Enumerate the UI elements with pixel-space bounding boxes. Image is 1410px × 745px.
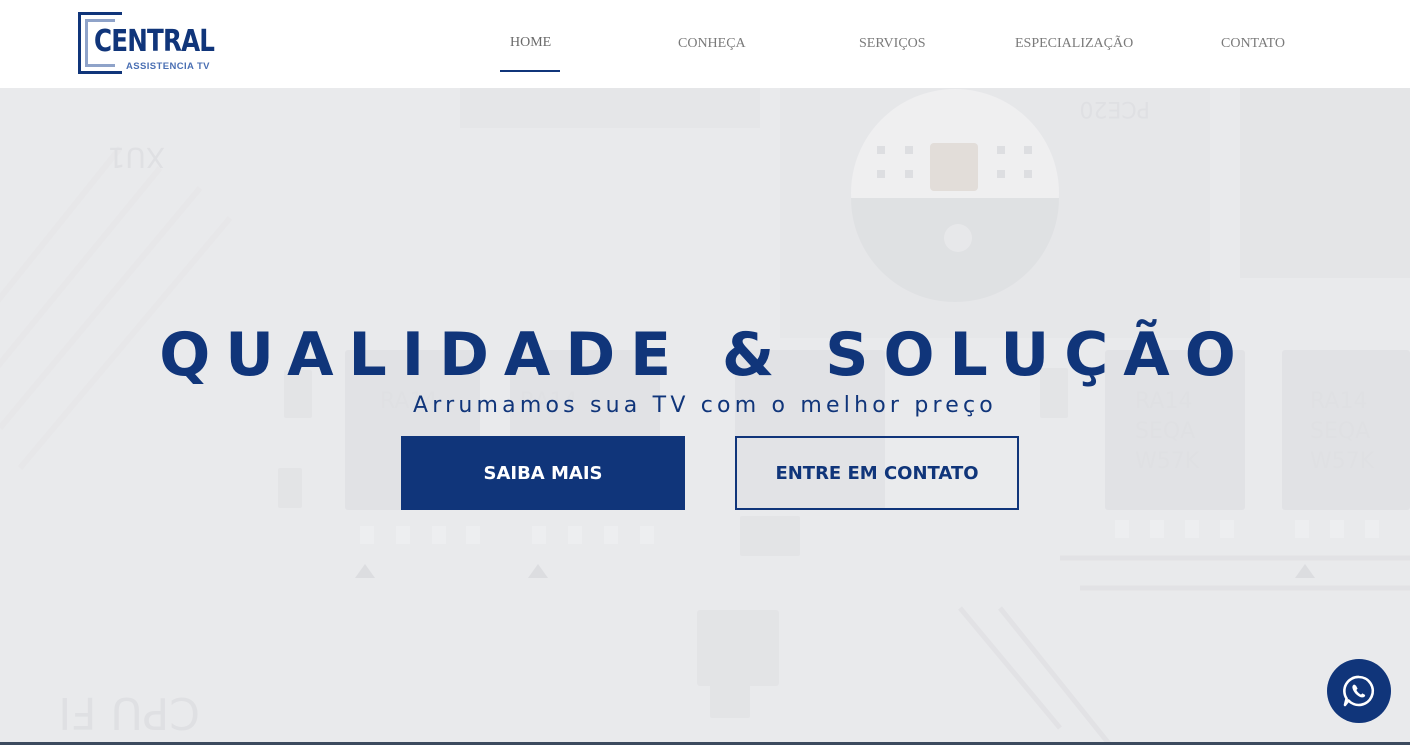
nav-item-servicos[interactable]: SERVIÇOS [859,36,926,52]
site-header: CENTRAL ASSISTENCIA TV HOME CONHEÇA SERV… [0,0,1410,88]
saiba-mais-button[interactable]: SAIBA MAIS [401,436,685,510]
hero-title: QUALIDADE & SOLUÇÃO [159,320,1251,391]
hero-section: XU1 PCE20 RA14 SEQA W57K RA14 SEQA W57K … [0,88,1410,745]
whatsapp-button[interactable] [1327,659,1391,723]
hero-subtitle: Arrumamos sua TV com o melhor preço [413,393,997,418]
whatsapp-icon [1343,675,1375,707]
entre-em-contato-button[interactable]: ENTRE EM CONTATO [735,436,1019,510]
nav-item-home[interactable]: HOME [510,35,551,51]
nav-item-conheca[interactable]: CONHEÇA [678,36,746,52]
nav-item-contato[interactable]: CONTATO [1221,36,1285,52]
nav-active-underline [500,70,560,72]
main-nav: HOME CONHEÇA SERVIÇOS ESPECIALIZAÇÃO CON… [0,0,1410,88]
nav-item-especializacao[interactable]: ESPECIALIZAÇÃO [1015,36,1133,52]
